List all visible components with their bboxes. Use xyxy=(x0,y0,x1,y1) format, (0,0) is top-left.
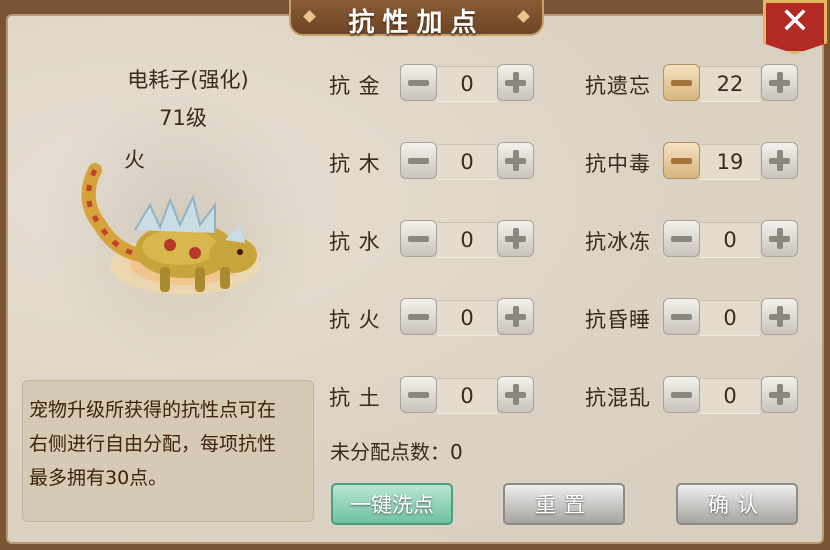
close-button[interactable]: ✕ xyxy=(763,0,827,54)
minus-icon xyxy=(671,392,692,398)
increase-button[interactable] xyxy=(497,142,534,179)
window-title: 抗性加点 xyxy=(348,8,485,38)
stat-label: 抗中毒 xyxy=(585,152,651,176)
decrease-button[interactable] xyxy=(663,376,700,413)
minus-icon xyxy=(671,236,692,242)
stat-value: 0 xyxy=(437,222,497,258)
title-plate: 抗性加点 xyxy=(289,0,544,38)
decrease-button[interactable] xyxy=(400,142,437,179)
increase-button[interactable] xyxy=(497,298,534,335)
increase-button[interactable] xyxy=(497,64,534,101)
stat-value: 0 xyxy=(437,378,497,414)
pet-level: 71级 xyxy=(159,106,207,130)
close-icon: ✕ xyxy=(779,1,811,42)
stat-value: 0 xyxy=(700,378,760,414)
description-text: 宠物升级所获得的抗性点可在 右侧进行自由分配，每项抗性 最多拥有30点。 xyxy=(29,393,311,495)
stat-value: 0 xyxy=(437,66,497,102)
stat-label: 抗 土 xyxy=(329,386,381,410)
confirm-button[interactable]: 确认 xyxy=(676,483,798,525)
pet-creature-image xyxy=(81,163,260,295)
stat-value: 22 xyxy=(700,66,760,102)
reset-button[interactable]: 重置 xyxy=(503,483,625,525)
minus-icon xyxy=(408,80,429,86)
minus-icon xyxy=(408,158,429,164)
decrease-button[interactable] xyxy=(663,142,700,179)
increase-button[interactable] xyxy=(497,376,534,413)
stat-label: 抗冰冻 xyxy=(585,230,651,254)
increase-button[interactable] xyxy=(497,220,534,257)
minus-icon xyxy=(671,158,692,164)
increase-button[interactable] xyxy=(761,142,798,179)
pet-name: 电耗子(强化) xyxy=(127,68,249,92)
stat-value: 0 xyxy=(437,144,497,180)
stat-label: 抗遗忘 xyxy=(585,74,651,98)
decrease-button[interactable] xyxy=(663,298,700,335)
stat-value: 0 xyxy=(437,300,497,336)
increase-button[interactable] xyxy=(761,376,798,413)
stat-value: 0 xyxy=(700,300,760,336)
reset-all-button[interactable]: 一键洗点 xyxy=(331,483,453,525)
unallocated-points: 未分配点数：0 xyxy=(330,440,463,464)
minus-icon xyxy=(408,236,429,242)
decrease-button[interactable] xyxy=(400,64,437,101)
stat-label: 抗混乱 xyxy=(585,386,651,410)
minus-icon xyxy=(671,80,692,86)
decrease-button[interactable] xyxy=(663,64,700,101)
description-line: 右侧进行自由分配，每项抗性 xyxy=(29,433,277,455)
increase-button[interactable] xyxy=(761,298,798,335)
stat-label: 抗 金 xyxy=(329,74,381,98)
increase-button[interactable] xyxy=(761,64,798,101)
decrease-button[interactable] xyxy=(400,298,437,335)
stat-label: 抗 火 xyxy=(329,308,381,332)
description-line: 最多拥有30点。 xyxy=(29,467,168,489)
minus-icon xyxy=(408,314,429,320)
description-box: 宠物升级所获得的抗性点可在 右侧进行自由分配，每项抗性 最多拥有30点。 xyxy=(22,380,314,522)
decrease-button[interactable] xyxy=(400,220,437,257)
stat-value: 0 xyxy=(700,222,760,258)
minus-icon xyxy=(408,392,429,398)
minus-icon xyxy=(671,314,692,320)
stat-label: 抗 水 xyxy=(329,230,381,254)
decrease-button[interactable] xyxy=(663,220,700,257)
decrease-button[interactable] xyxy=(400,376,437,413)
increase-button[interactable] xyxy=(761,220,798,257)
stat-label: 抗 木 xyxy=(329,152,381,176)
description-line: 宠物升级所获得的抗性点可在 xyxy=(29,399,277,421)
stat-value: 19 xyxy=(700,144,760,180)
stat-label: 抗昏睡 xyxy=(585,308,651,332)
